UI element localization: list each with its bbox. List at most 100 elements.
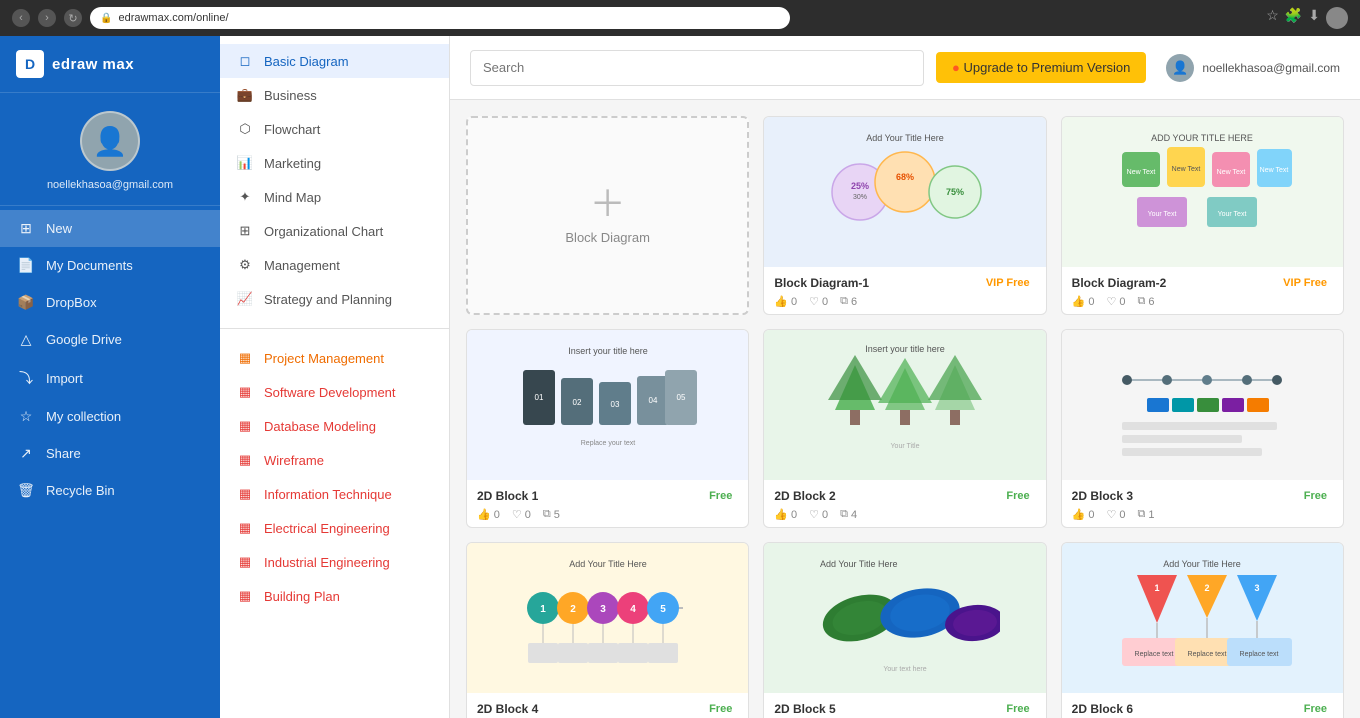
category-industrial-label: Industrial Engineering <box>264 555 390 570</box>
card-footer-6: 2D Block 4 Free 👍 0 ♡ 0 ⧉ <box>467 693 748 718</box>
building-plan-icon: ▦ <box>236 588 254 604</box>
preview-svg-7: Add Your Title Here Your text here <box>810 553 1000 683</box>
category-building-plan[interactable]: ▦ Building Plan <box>220 579 449 613</box>
heart-icon: ♡ <box>809 295 819 308</box>
url-text: edrawmax.com/online/ <box>118 12 228 24</box>
svg-text:Add Your Title Here: Add Your Title Here <box>866 133 944 143</box>
template-grid: ＋ Block Diagram Add Your Title Here 25% … <box>450 100 1360 718</box>
sidebar-item-recycle-bin-label: Recycle Bin <box>46 483 115 498</box>
svg-text:2: 2 <box>1205 583 1210 593</box>
preview-svg-8: Add Your Title Here 1 2 3 <box>1107 553 1297 683</box>
stat-hearts-2: ♡ 0 <box>1106 295 1125 308</box>
sidebar-item-collection-label: My collection <box>46 409 121 424</box>
svg-text:5: 5 <box>660 604 666 615</box>
svg-text:Replace your text: Replace your text <box>580 440 635 447</box>
flowchart-icon: ⬡ <box>236 121 254 137</box>
category-database[interactable]: ▦ Database Modeling <box>220 409 449 443</box>
svg-text:Add Your Title Here: Add Your Title Here <box>820 559 898 569</box>
card-footer-5: 2D Block 3 Free 👍 0 ♡ 0 ⧉ <box>1062 480 1343 527</box>
category-management[interactable]: ⚙ Management <box>220 248 449 282</box>
upgrade-button[interactable]: Upgrade to Premium Version <box>936 52 1146 83</box>
url-bar[interactable]: 🔒 edrawmax.com/online/ <box>90 7 790 29</box>
mind-map-icon: ✦ <box>236 189 254 205</box>
category-industrial[interactable]: ▦ Industrial Engineering <box>220 545 449 579</box>
sidebar-item-import-label: Import <box>46 371 83 386</box>
svg-text:Add Your Title Here: Add Your Title Here <box>569 559 647 569</box>
category-flowchart[interactable]: ⬡ Flowchart <box>220 112 449 146</box>
category-basic-diagram[interactable]: ◻ Basic Diagram <box>220 44 449 78</box>
heart-icon-3: ♡ <box>512 508 522 521</box>
sidebar-item-import[interactable]: ⤵ Import <box>0 358 220 398</box>
category-mind-map[interactable]: ✦ Mind Map <box>220 180 449 214</box>
back-button[interactable]: ‹ <box>12 9 30 27</box>
svg-text:Your text here: Your text here <box>883 666 926 673</box>
category-info-tech[interactable]: ▦ Information Technique <box>220 477 449 511</box>
svg-text:04: 04 <box>648 396 657 405</box>
category-business[interactable]: 💼 Business <box>220 78 449 112</box>
category-mind-map-label: Mind Map <box>264 190 321 205</box>
template-card-block-diagram-2[interactable]: ADD YOUR TITLE HERE New Text New Text Ne… <box>1061 116 1344 315</box>
plus-icon: ＋ <box>590 186 626 222</box>
refresh-button[interactable]: ↻ <box>64 9 82 27</box>
template-card-2d-block-6[interactable]: Add Your Title Here 1 2 3 <box>1061 542 1344 718</box>
sidebar-item-documents-label: My Documents <box>46 258 133 273</box>
sidebar-item-google-drive[interactable]: △ Google Drive <box>0 321 220 358</box>
stat-copies-4: ⧉ 4 <box>840 508 857 521</box>
category-marketing[interactable]: 📊 Marketing <box>220 146 449 180</box>
category-project-management[interactable]: ▦ Project Management <box>220 341 449 375</box>
star-icon[interactable]: ☆ <box>1266 7 1279 29</box>
heart-icon-2: ♡ <box>1106 295 1116 308</box>
strategy-icon: 📈 <box>236 291 254 307</box>
sidebar-item-recycle-bin[interactable]: 🗑 Recycle Bin <box>0 472 220 509</box>
top-header: Upgrade to Premium Version 👤 noellekhaso… <box>450 36 1360 100</box>
category-project-mgmt-label: Project Management <box>264 351 384 366</box>
category-electrical[interactable]: ▦ Electrical Engineering <box>220 511 449 545</box>
download-icon[interactable]: ⬇ <box>1308 7 1320 29</box>
project-mgmt-icon: ▦ <box>236 350 254 366</box>
category-org-chart-label: Organizational Chart <box>264 224 383 239</box>
category-strategy-label: Strategy and Planning <box>264 292 392 307</box>
app-container: D edraw max 👤 noellekhasoa@gmail.com ⊞ N… <box>0 36 1360 718</box>
sidebar-item-my-collection[interactable]: ☆ My collection <box>0 398 220 435</box>
category-wireframe-label: Wireframe <box>264 453 324 468</box>
svg-text:Your Text: Your Text <box>1218 211 1247 218</box>
template-card-2d-block-2[interactable]: Insert your title here Your Title <box>763 329 1046 528</box>
new-template-card[interactable]: ＋ Block Diagram <box>466 116 749 315</box>
extension-icon[interactable]: 🧩 <box>1285 7 1302 29</box>
category-wireframe[interactable]: ▦ Wireframe <box>220 443 449 477</box>
secondary-categories: ▦ Project Management ▦ Software Developm… <box>220 333 449 621</box>
category-strategy[interactable]: 📈 Strategy and Planning <box>220 282 449 316</box>
sidebar-item-share[interactable]: ↗ Share <box>0 435 220 472</box>
thumbs-up-icon: 👍 <box>774 295 788 308</box>
template-card-2d-block-3[interactable]: 2D Block 3 Free 👍 0 ♡ 0 ⧉ <box>1061 329 1344 528</box>
business-icon: 💼 <box>236 87 254 103</box>
category-panel: ◻ Basic Diagram 💼 Business ⬡ Flowchart 📊… <box>220 36 450 718</box>
template-card-2d-block-1[interactable]: Insert your title here 01 02 03 04 05 Re… <box>466 329 749 528</box>
sidebar-item-my-documents[interactable]: 📄 My Documents <box>0 247 220 284</box>
user-avatar: 👤 <box>80 111 140 171</box>
category-building-plan-label: Building Plan <box>264 589 340 604</box>
preview-svg-6: Add Your Title Here 1 2 3 4 5 <box>513 553 703 683</box>
svg-text:75%: 75% <box>946 187 964 197</box>
sidebar-item-new[interactable]: ⊞ New <box>0 210 220 247</box>
template-card-2d-block-5[interactable]: Add Your Title Here Your text here 2D Bl… <box>763 542 1046 718</box>
template-card-block-diagram-1[interactable]: Add Your Title Here 25% 30% 68% 75% Bloc… <box>763 116 1046 315</box>
svg-text:New Text: New Text <box>1172 166 1201 173</box>
card-footer-4: 2D Block 2 Free 👍 0 ♡ 0 ⧉ <box>764 480 1045 527</box>
template-card-2d-block-4[interactable]: Add Your Title Here 1 2 3 4 5 <box>466 542 749 718</box>
preview-2d-block-5: Add Your Title Here Your text here <box>764 543 1045 693</box>
forward-button[interactable]: › <box>38 9 56 27</box>
browser-user-avatar[interactable] <box>1326 7 1348 29</box>
stat-copies-2: ⧉ 6 <box>1137 295 1154 308</box>
category-org-chart[interactable]: ⊞ Organizational Chart <box>220 214 449 248</box>
sidebar-item-dropbox[interactable]: 📦 DropBox <box>0 284 220 321</box>
svg-text:03: 03 <box>610 400 619 409</box>
documents-icon: 📄 <box>16 257 36 274</box>
copy-icon-4: ⧉ <box>840 508 848 521</box>
preview-svg-3: Insert your title here 01 02 03 04 05 Re… <box>513 340 703 470</box>
heart-icon-4: ♡ <box>809 508 819 521</box>
thumbs-up-icon-5: 👍 <box>1072 508 1086 521</box>
search-input[interactable] <box>470 50 924 86</box>
marketing-icon: 📊 <box>236 155 254 171</box>
category-software-dev[interactable]: ▦ Software Development <box>220 375 449 409</box>
